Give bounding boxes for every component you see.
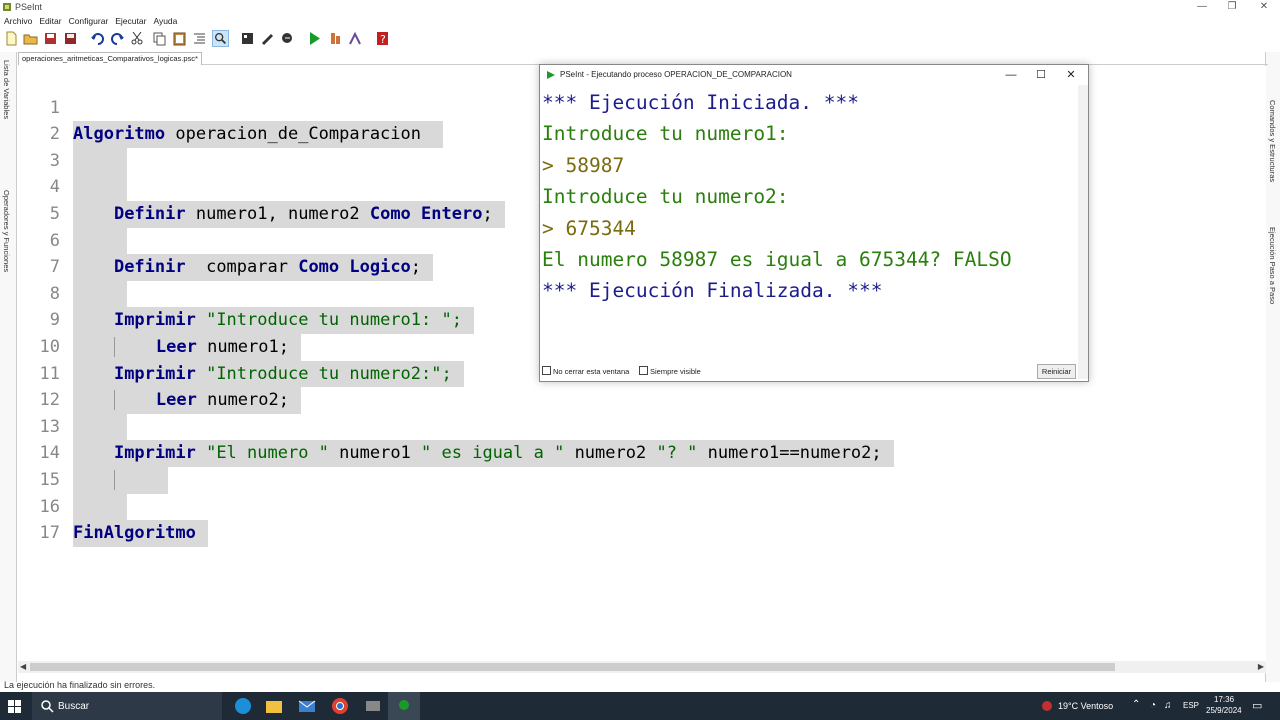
menu-ejecutar[interactable]: Ejecutar bbox=[111, 15, 149, 28]
save-as-icon[interactable] bbox=[62, 30, 79, 47]
cut-icon[interactable] bbox=[129, 30, 146, 47]
pseint-logo-icon bbox=[3, 3, 11, 11]
console-line: > 675344 bbox=[542, 216, 636, 240]
dialog-close-button[interactable]: ✕ bbox=[1056, 65, 1086, 85]
indent-icon[interactable] bbox=[191, 30, 208, 47]
always-visible-checkbox[interactable]: Siempre visible bbox=[639, 366, 701, 376]
minimize-button[interactable]: — bbox=[1188, 0, 1216, 14]
mail-icon[interactable] bbox=[296, 696, 318, 716]
weather-icon[interactable] bbox=[1040, 699, 1054, 713]
window-title: PSeInt bbox=[15, 2, 43, 12]
dialog-minimize-button[interactable]: — bbox=[996, 65, 1026, 85]
no-close-checkbox[interactable]: No cerrar esta ventana bbox=[542, 366, 629, 376]
file-explorer-icon[interactable] bbox=[263, 696, 285, 716]
menu-configurar[interactable]: Configurar bbox=[65, 15, 112, 28]
status-bar: La ejecución ha finalizado sin errores. bbox=[4, 680, 156, 690]
always-visible-label: Siempre visible bbox=[650, 367, 701, 376]
maximize-button[interactable]: ❐ bbox=[1218, 0, 1246, 14]
paste-icon[interactable] bbox=[171, 30, 188, 47]
step-by-step-icon[interactable] bbox=[327, 30, 344, 47]
chrome-icon[interactable] bbox=[329, 696, 351, 716]
code-line: 17 bbox=[18, 494, 1218, 543]
code-line: 15 bbox=[18, 440, 1218, 521]
search-icon[interactable] bbox=[212, 30, 229, 47]
new-file-icon[interactable] bbox=[3, 30, 20, 47]
undo-icon[interactable] bbox=[89, 30, 106, 47]
menu-ayuda[interactable]: Ayuda bbox=[149, 15, 180, 28]
code-line: 13 Imprimir "El numero " numero1 " es ig… bbox=[18, 387, 1218, 467]
code-line: 14 bbox=[18, 414, 1218, 494]
console-line: Introduce tu numero1: bbox=[542, 122, 789, 146]
right-side-panel: Comandos y Estructuras Ejecución Paso a … bbox=[1265, 52, 1280, 682]
run-icon[interactable] bbox=[306, 30, 323, 47]
execution-window-title-bar: PSeInt - Ejecutando proceso OPERACION_DE… bbox=[540, 65, 1088, 85]
language-indicator[interactable]: ESP bbox=[1183, 701, 1199, 710]
console-line: > 58987 bbox=[542, 153, 625, 177]
flowchart-icon[interactable] bbox=[239, 30, 256, 47]
weather-text[interactable]: 19°C Ventoso bbox=[1058, 701, 1113, 711]
draw-diagram-icon[interactable] bbox=[259, 30, 276, 47]
scrollbar-thumb[interactable] bbox=[30, 663, 1115, 671]
dialog-maximize-button[interactable]: ☐ bbox=[1026, 65, 1056, 85]
console-output: *** Ejecución Iniciada. *** Introduce tu… bbox=[542, 87, 1072, 363]
no-close-label: No cerrar esta ventana bbox=[553, 367, 630, 376]
menu-archivo[interactable]: Archivo bbox=[0, 15, 35, 28]
taskbar-search-box[interactable]: Buscar bbox=[32, 692, 222, 720]
menu-bar: Archivo Editar Configurar Ejecutar Ayuda bbox=[0, 15, 180, 28]
line-number: 17 bbox=[39, 523, 60, 544]
run-icon bbox=[547, 71, 555, 79]
search-placeholder: Buscar bbox=[58, 701, 90, 712]
app-icon[interactable] bbox=[362, 696, 384, 716]
windows-start-icon[interactable] bbox=[6, 696, 24, 716]
keyword: FinAlgoritmo bbox=[73, 523, 196, 544]
menu-editar[interactable]: Editar bbox=[35, 15, 64, 28]
edge-browser-icon[interactable] bbox=[232, 696, 254, 716]
code-line: 16 FinAlgoritmo bbox=[18, 467, 1218, 547]
checkbox-icon[interactable] bbox=[542, 366, 551, 375]
pseint-taskbar-icon bbox=[399, 700, 409, 710]
svg-text:?: ? bbox=[380, 33, 386, 46]
operators-panel-tab[interactable]: Operadores y Funciones bbox=[2, 190, 11, 272]
console-line: *** Ejecución Iniciada. *** bbox=[542, 91, 859, 114]
debug-icon[interactable] bbox=[347, 30, 364, 47]
network-icon[interactable]: ◔ bbox=[1150, 700, 1156, 711]
clock-date[interactable]: 25/9/2024 bbox=[1206, 706, 1242, 715]
scroll-left-icon[interactable]: ◀ bbox=[20, 661, 26, 673]
toolbar: ? bbox=[0, 29, 1280, 49]
horizontal-scrollbar[interactable]: ◀ ▶ bbox=[18, 661, 1266, 673]
notifications-icon[interactable]: ▭ bbox=[1252, 699, 1262, 712]
execution-window-footer: No cerrar esta ventana Siempre visible R… bbox=[540, 363, 1088, 379]
redo-icon[interactable] bbox=[109, 30, 126, 47]
variables-panel-tab[interactable]: Lista de Variables bbox=[2, 60, 11, 119]
help-icon[interactable]: ? bbox=[374, 30, 391, 47]
app-title-bar: PSeInt — ❐ ✕ bbox=[0, 0, 1280, 14]
pseint-taskbar-button[interactable] bbox=[388, 692, 420, 720]
left-side-panel: Lista de Variables Operadores y Funcione… bbox=[0, 52, 17, 682]
console-line: El numero 58987 es igual a 675344? FALSO bbox=[542, 247, 1012, 271]
search-icon bbox=[41, 700, 54, 713]
close-button[interactable]: ✕ bbox=[1250, 0, 1278, 14]
scroll-right-icon[interactable]: ▶ bbox=[1258, 661, 1264, 673]
volume-icon[interactable]: ♫ bbox=[1164, 700, 1172, 711]
checkbox-icon[interactable] bbox=[639, 366, 648, 375]
tab-file[interactable]: operaciones_aritmeticas_Comparativos_log… bbox=[18, 52, 202, 65]
export-icon[interactable] bbox=[279, 30, 296, 47]
step-by-step-panel-tab[interactable]: Ejecución Paso a Paso bbox=[1268, 227, 1277, 304]
clock-time[interactable]: 17:36 bbox=[1214, 695, 1234, 704]
restart-button[interactable]: Reiniciar bbox=[1037, 364, 1076, 379]
chevron-up-icon[interactable]: ⌃ bbox=[1132, 699, 1140, 710]
execution-window-title: PSeInt - Ejecutando proceso OPERACION_DE… bbox=[560, 70, 792, 79]
windows-taskbar: Buscar 19°C Ventoso ⌃ ◔ ♫ ESP 17:36 25/9… bbox=[0, 692, 1280, 720]
console-line: *** Ejecución Finalizada. *** bbox=[542, 279, 883, 303]
open-folder-icon[interactable] bbox=[22, 30, 39, 47]
console-scrollbar[interactable] bbox=[1078, 85, 1088, 379]
execution-window: PSeInt - Ejecutando proceso OPERACION_DE… bbox=[539, 64, 1089, 382]
console-line: Introduce tu numero2: bbox=[542, 185, 789, 209]
save-icon[interactable] bbox=[42, 30, 59, 47]
commands-panel-tab[interactable]: Comandos y Estructuras bbox=[1268, 100, 1277, 182]
copy-icon[interactable] bbox=[151, 30, 168, 47]
